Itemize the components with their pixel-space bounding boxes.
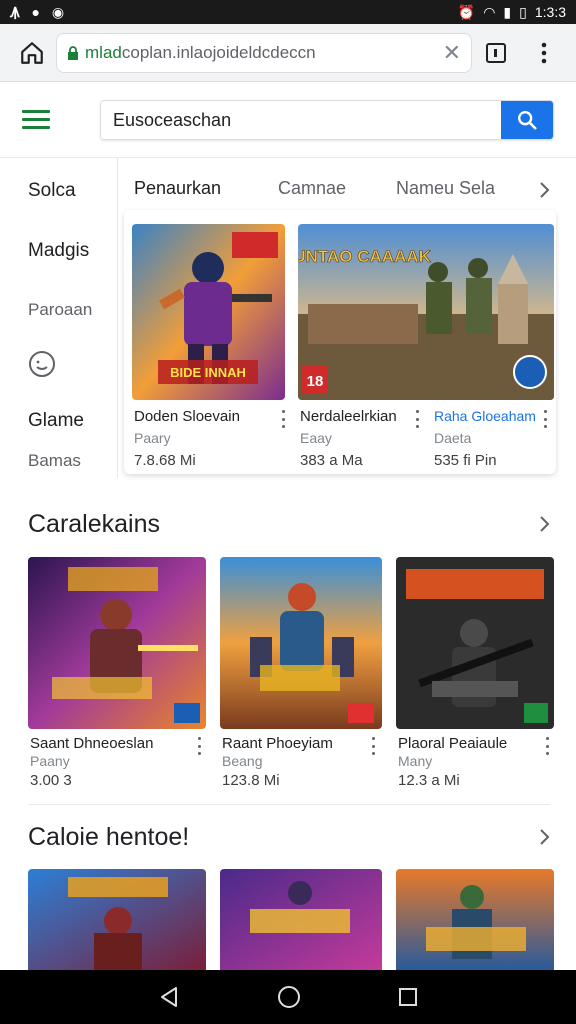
banner-title-text: RUNTAO CAAAAK bbox=[298, 247, 432, 266]
more-vert-icon bbox=[541, 42, 547, 63]
tabs-icon bbox=[486, 42, 506, 63]
game-price: 7.8.68 Mi bbox=[134, 452, 196, 469]
search-button[interactable] bbox=[501, 101, 553, 139]
menu-icon[interactable] bbox=[22, 100, 62, 140]
section-title: Caloie hentoe! bbox=[28, 823, 190, 851]
status-bar: Ꙟ ● ◉ ⏰ ◠ ▮ ▯ 1:3:3 bbox=[0, 0, 576, 24]
nav-item-madgis[interactable]: Madgis bbox=[28, 240, 89, 262]
browser-toolbar: mlad coplan.inlaojoideldcdeccn ✕ bbox=[0, 24, 576, 82]
home-button[interactable] bbox=[8, 29, 56, 77]
game-card[interactable]: Raant Phoeyiam Beang 123.8 Mi bbox=[220, 557, 382, 797]
url-text: coplan.inlaojoideldcdeccn bbox=[121, 42, 316, 62]
more-vert-icon[interactable] bbox=[368, 737, 378, 755]
close-icon[interactable]: ✕ bbox=[443, 40, 461, 66]
game-thumbnail[interactable] bbox=[396, 869, 554, 970]
chevron-right-icon[interactable] bbox=[534, 180, 554, 200]
game-developer: Daeta bbox=[434, 430, 472, 446]
game-developer: Beang bbox=[222, 753, 263, 769]
clock-icon[interactable] bbox=[28, 350, 56, 383]
left-nav: Solca Madgis Paroaan Glame Bamas bbox=[0, 158, 118, 478]
signal-icon: ▮ bbox=[503, 3, 512, 20]
system-nav-bar bbox=[0, 970, 576, 1024]
overflow-menu-button[interactable] bbox=[520, 29, 568, 77]
chevron-right-icon[interactable] bbox=[534, 514, 554, 534]
thumbnail-title-text: BIDE INNAH bbox=[170, 365, 246, 380]
search-input[interactable] bbox=[101, 101, 501, 139]
nav-item-paroaan[interactable]: Paroaan bbox=[28, 300, 92, 320]
game-developer: Paary bbox=[134, 430, 171, 446]
back-icon[interactable] bbox=[157, 985, 181, 1009]
more-vert-icon[interactable] bbox=[194, 737, 204, 755]
search-box bbox=[100, 100, 554, 140]
game-price: 3.00 3 bbox=[30, 772, 72, 789]
game-name[interactable]: Saant Dhneoeslan bbox=[30, 735, 153, 752]
sync-notification-icon: ◉ bbox=[51, 3, 65, 20]
chevron-right-icon[interactable] bbox=[534, 827, 554, 847]
tab-switcher-button[interactable] bbox=[472, 29, 520, 77]
battery-icon: ▯ bbox=[519, 3, 527, 20]
game-card[interactable]: Plaoral Peaiaule Many 12.3 a Mi bbox=[396, 557, 556, 797]
game-developer: Paany bbox=[30, 753, 70, 769]
game-price: 535 fi Pin bbox=[434, 452, 497, 469]
more-vert-icon[interactable] bbox=[412, 410, 422, 428]
tab-nameu-sela[interactable]: Nameu Sela bbox=[396, 178, 495, 199]
tab-penaurkan[interactable]: Penaurkan bbox=[134, 178, 221, 199]
app-notification-icon: Ꙟ bbox=[10, 3, 20, 20]
wifi-icon: ◠ bbox=[483, 3, 496, 20]
home-icon bbox=[21, 41, 43, 64]
section-title: Caralekains bbox=[28, 510, 161, 538]
more-vert-icon[interactable] bbox=[540, 410, 550, 428]
game-price: 12.3 a Mi bbox=[398, 772, 460, 789]
game-thumbnail[interactable] bbox=[220, 869, 382, 970]
game-developer: Eaay bbox=[300, 430, 332, 446]
category-tabs: Penaurkan Camnae Nameu Sela bbox=[134, 178, 554, 208]
game-price: 383 a Ma bbox=[300, 452, 363, 469]
nav-item-bamas[interactable]: Bamas bbox=[28, 451, 81, 471]
game-developer: Many bbox=[398, 753, 433, 769]
game-thumbnail[interactable] bbox=[220, 557, 382, 729]
game-thumbnail[interactable]: BIDE INNAH bbox=[132, 224, 285, 400]
alarm-icon: ⏰ bbox=[457, 3, 476, 20]
tab-camnae[interactable]: Camnae bbox=[278, 178, 346, 199]
featured-banner[interactable]: RUNTAO CAAAAK 18 bbox=[298, 224, 554, 400]
nav-item-glame[interactable]: Glame bbox=[28, 410, 84, 432]
featured-card[interactable]: BIDE INNAH Doden Sloevain Paary 7.8.68 M… bbox=[132, 224, 288, 469]
game-thumbnail[interactable] bbox=[396, 557, 554, 729]
more-vert-icon[interactable] bbox=[542, 737, 552, 755]
home-circle-icon[interactable] bbox=[276, 984, 302, 1010]
app-header bbox=[0, 82, 576, 158]
game-name[interactable]: Nerdaleelrkian bbox=[300, 408, 397, 425]
url-host-green: mlad bbox=[85, 42, 122, 62]
clock-text: 1:3:3 bbox=[534, 4, 566, 20]
game-card[interactable]: Saant Dhneoeslan Paany 3.00 3 bbox=[28, 557, 206, 797]
more-vert-icon[interactable] bbox=[278, 410, 288, 428]
game-name[interactable]: Raha Gloeaham bbox=[434, 408, 536, 424]
nav-item-solca[interactable]: Solca bbox=[28, 180, 76, 202]
age-rating-badge: 18 bbox=[307, 373, 324, 390]
game-thumbnail[interactable] bbox=[28, 557, 206, 729]
game-thumbnail[interactable] bbox=[28, 869, 206, 970]
game-price: 123.8 Mi bbox=[222, 772, 280, 789]
game-name[interactable]: Plaoral Peaiaule bbox=[398, 735, 507, 752]
dot-notification-icon: ● bbox=[31, 4, 40, 20]
search-icon bbox=[518, 111, 537, 130]
lock-icon bbox=[68, 45, 78, 60]
game-name[interactable]: Doden Sloevain bbox=[134, 408, 240, 425]
divider bbox=[28, 804, 550, 805]
game-name[interactable]: Raant Phoeyiam bbox=[222, 735, 333, 752]
featured-panel: BIDE INNAH Doden Sloevain Paary 7.8.68 M… bbox=[124, 210, 556, 474]
address-bar[interactable]: mlad coplan.inlaojoideldcdeccn ✕ bbox=[56, 32, 472, 73]
recents-icon[interactable] bbox=[397, 986, 419, 1008]
